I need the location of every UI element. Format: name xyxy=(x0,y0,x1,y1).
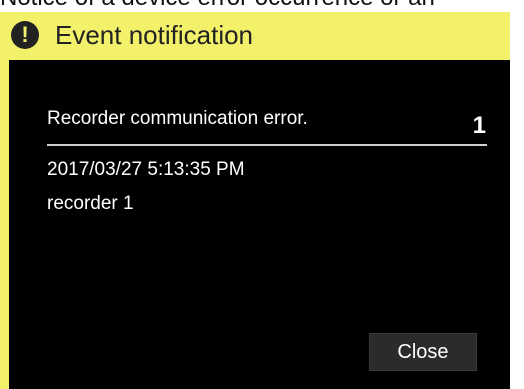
divider xyxy=(47,144,487,146)
event-count: 1 xyxy=(472,112,486,139)
caption-text: Notice of a device error occurrence or a… xyxy=(0,0,435,12)
event-device: recorder 1 xyxy=(47,193,134,214)
dialog-content: Recorder communication error. 1 2017/03/… xyxy=(9,60,510,389)
dialog-title-bar: ! Event notification xyxy=(0,12,510,58)
dialog-title: Event notification xyxy=(55,20,254,50)
page: Notice of a device error occurrence or a… xyxy=(0,0,524,389)
event-timestamp: 2017/03/27 5:13:35 PM xyxy=(47,159,245,180)
exclamation-icon: ! xyxy=(11,21,39,49)
close-button[interactable]: Close xyxy=(369,333,477,371)
event-name: Recorder communication error. xyxy=(47,108,308,129)
event-notification-dialog: ! Event notification Recorder communicat… xyxy=(0,12,510,389)
